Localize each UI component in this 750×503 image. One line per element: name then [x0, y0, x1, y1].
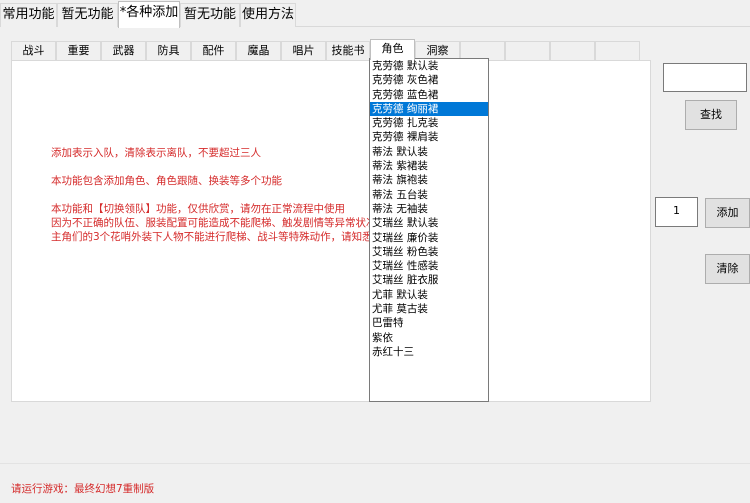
main-tab-bar: 常用功能 暂无功能 *各种添加 暂无功能 使用方法 [0, 0, 750, 28]
status-divider [0, 463, 750, 464]
list-item[interactable]: 艾瑞丝 脏衣服 [370, 273, 488, 287]
info-line: 本功能包含添加角色、角色跟随、换装等多个功能 [51, 175, 282, 187]
add-button[interactable]: 添加 [705, 198, 750, 228]
tab-important[interactable]: 重要 [56, 41, 101, 60]
tab-no-function-1[interactable]: 暂无功能 [57, 3, 118, 27]
search-button[interactable]: 查找 [685, 100, 737, 130]
list-item-selected[interactable]: 克劳德 绚丽裙 [370, 101, 488, 117]
list-item[interactable]: 艾瑞丝 默认装 [370, 216, 488, 230]
list-item[interactable]: 蒂法 默认装 [370, 145, 488, 159]
info-line: 本功能和【切换领队】功能，仅供欣赏，请勿在正常流程中使用 [51, 203, 345, 215]
tab-no-function-2[interactable]: 暂无功能 [180, 3, 240, 27]
list-item[interactable]: 紫依 [370, 331, 488, 345]
tab-accessories[interactable]: 配件 [191, 41, 236, 60]
list-item[interactable]: 蒂法 五台装 [370, 188, 488, 202]
clear-button[interactable]: 清除 [705, 254, 750, 284]
list-item[interactable]: 克劳德 扎克装 [370, 116, 488, 130]
status-text: 请运行游戏：最终幻想7重制版 [11, 483, 155, 495]
search-input[interactable] [663, 63, 747, 92]
list-item[interactable]: 尤菲 默认装 [370, 288, 488, 302]
tab-battle[interactable]: 战斗 [11, 41, 56, 60]
list-item[interactable]: 克劳德 默认装 [370, 59, 488, 73]
list-item[interactable]: 蒂法 紫裙装 [370, 159, 488, 173]
list-item[interactable]: 艾瑞丝 性感装 [370, 259, 488, 273]
info-line: 添加表示入队，清除表示离队，不要超过三人 [51, 147, 261, 159]
character-listbox[interactable]: 克劳德 默认装 克劳德 灰色裙 克劳德 蓝色裙 克劳德 绚丽裙 克劳德 扎克装 … [369, 58, 489, 402]
list-item[interactable]: 蒂法 旗袍装 [370, 173, 488, 187]
category-tab-bar: 战斗 重要 武器 防具 配件 魔晶 唱片 技能书 角色 洞察 [11, 39, 651, 60]
tab-common-functions[interactable]: 常用功能 [0, 3, 57, 27]
tab-skill-books[interactable]: 技能书 [326, 41, 370, 60]
info-line: 主角们的3个花哨外装下人物不能进行爬梯、战斗等特殊动作，请知悉 [51, 231, 373, 243]
tab-materia[interactable]: 魔晶 [236, 41, 281, 60]
tab-empty-3[interactable] [550, 41, 595, 60]
quantity-field[interactable]: 1 [655, 197, 698, 227]
tab-records[interactable]: 唱片 [281, 41, 326, 60]
tab-armor[interactable]: 防具 [146, 41, 191, 60]
list-item[interactable]: 克劳德 灰色裙 [370, 73, 488, 87]
tab-empty-2[interactable] [505, 41, 550, 60]
list-item[interactable]: 赤红十三 [370, 345, 488, 359]
list-item[interactable]: 艾瑞丝 廉价装 [370, 231, 488, 245]
tab-various-add[interactable]: *各种添加 [118, 1, 180, 28]
list-item[interactable]: 克劳德 裸肩装 [370, 130, 488, 144]
list-item[interactable]: 尤菲 莫古装 [370, 302, 488, 316]
tab-empty-4[interactable] [595, 41, 640, 60]
tab-usage[interactable]: 使用方法 [240, 3, 296, 27]
tab-weapons[interactable]: 武器 [101, 41, 146, 60]
tab-characters[interactable]: 角色 [370, 39, 415, 60]
list-item[interactable]: 克劳德 蓝色裙 [370, 88, 488, 102]
list-item[interactable]: 巴雷特 [370, 316, 488, 330]
list-item[interactable]: 蒂法 无袖装 [370, 202, 488, 216]
list-item[interactable]: 艾瑞丝 粉色装 [370, 245, 488, 259]
info-line: 因为不正确的队伍、服装配置可能造成不能爬梯、触发剧情等异常状况 [51, 217, 377, 229]
